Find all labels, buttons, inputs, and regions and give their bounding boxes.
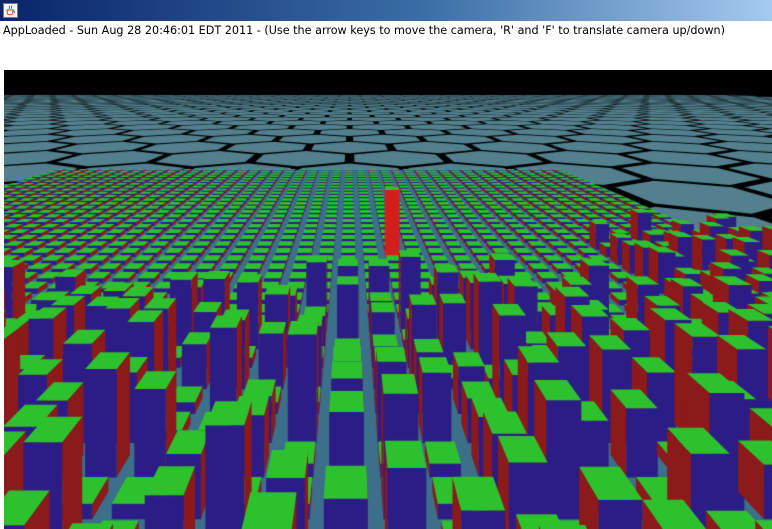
status-message: AppLoaded - Sun Aug 28 20:46:01 EDT 2011…	[3, 24, 725, 37]
status-area: AppLoaded - Sun Aug 28 20:46:01 EDT 2011…	[0, 21, 772, 70]
java-cup-icon[interactable]	[3, 3, 18, 18]
window-titlebar[interactable]	[0, 0, 772, 21]
application-window: AppLoaded - Sun Aug 28 20:46:01 EDT 2011…	[0, 0, 772, 529]
3d-scene-viewport[interactable]	[4, 70, 772, 529]
3d-scene-canvas[interactable]	[4, 70, 772, 529]
